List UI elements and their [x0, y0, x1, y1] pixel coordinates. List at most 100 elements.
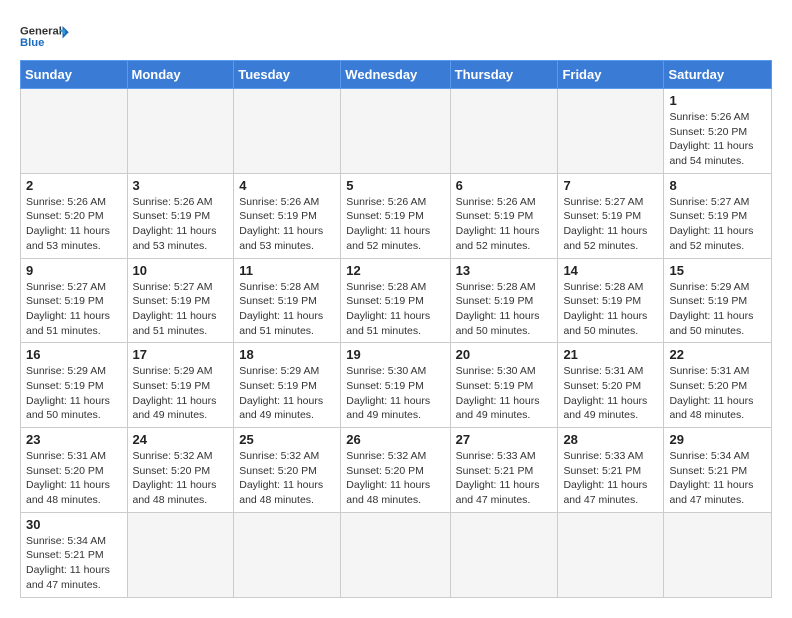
- weekday-header-tuesday: Tuesday: [234, 61, 341, 89]
- calendar-cell: [450, 512, 558, 597]
- calendar-cell: 5 Sunrise: 5:26 AM Sunset: 5:19 PM Daylig…: [341, 173, 450, 258]
- day-info: Sunrise: 5:27 AM Sunset: 5:19 PM Dayligh…: [26, 280, 122, 339]
- calendar-cell: 14Sunrise: 5:28 AM Sunset: 5:19 PM Dayli…: [558, 258, 664, 343]
- day-info: Sunrise: 5:33 AM Sunset: 5:21 PM Dayligh…: [456, 449, 553, 508]
- day-number: 8: [669, 178, 766, 193]
- calendar-week-row-6: 30Sunrise: 5:34 AM Sunset: 5:21 PM Dayli…: [21, 512, 772, 597]
- day-info: Sunrise: 5:28 AM Sunset: 5:19 PM Dayligh…: [346, 280, 444, 339]
- day-info: Sunrise: 5:31 AM Sunset: 5:20 PM Dayligh…: [563, 364, 658, 423]
- day-info: Sunrise: 5:26 AM Sunset: 5:19 PM Dayligh…: [456, 195, 553, 254]
- day-number: 4: [239, 178, 335, 193]
- calendar-cell: 10 Sunrise: 5:27 AM Sunset: 5:19 PM Dayli…: [127, 258, 234, 343]
- weekday-header-saturday: Saturday: [664, 61, 772, 89]
- day-info: Sunrise: 5:29 AM Sunset: 5:19 PM Dayligh…: [239, 364, 335, 423]
- calendar-cell: 25 Sunrise: 5:32 AM Sunset: 5:20 PM Dayli…: [234, 428, 341, 513]
- day-info: Sunrise: 5:31 AM Sunset: 5:20 PM Dayligh…: [669, 364, 766, 423]
- calendar-cell: 22 Sunrise: 5:31 AM Sunset: 5:20 PM Dayli…: [664, 343, 772, 428]
- calendar-table: SundayMondayTuesdayWednesdayThursdayFrid…: [20, 60, 772, 598]
- day-number: 14: [563, 263, 658, 278]
- calendar-cell: 27 Sunrise: 5:33 AM Sunset: 5:21 PM Dayli…: [450, 428, 558, 513]
- calendar-cell: 26Sunrise: 5:32 AM Sunset: 5:20 PM Dayli…: [341, 428, 450, 513]
- weekday-header-sunday: Sunday: [21, 61, 128, 89]
- calendar-cell: [450, 89, 558, 174]
- day-info: Sunrise: 5:27 AM Sunset: 5:19 PM Dayligh…: [669, 195, 766, 254]
- day-info: Sunrise: 5:29 AM Sunset: 5:19 PM Dayligh…: [669, 280, 766, 339]
- day-number: 5: [346, 178, 444, 193]
- day-number: 28: [563, 432, 658, 447]
- calendar-week-row-4: 16 Sunrise: 5:29 AM Sunset: 5:19 PM Dayli…: [21, 343, 772, 428]
- day-info: Sunrise: 5:30 AM Sunset: 5:19 PM Dayligh…: [456, 364, 553, 423]
- calendar-cell: [234, 89, 341, 174]
- day-info: Sunrise: 5:26 AM Sunset: 5:19 PM Dayligh…: [346, 195, 444, 254]
- day-number: 21: [563, 347, 658, 362]
- calendar-cell: 1Sunrise: 5:26 AM Sunset: 5:20 PM Daylig…: [664, 89, 772, 174]
- calendar-cell: 3 Sunrise: 5:26 AM Sunset: 5:19 PM Daylig…: [127, 173, 234, 258]
- day-number: 27: [456, 432, 553, 447]
- day-info: Sunrise: 5:28 AM Sunset: 5:19 PM Dayligh…: [239, 280, 335, 339]
- day-info: Sunrise: 5:27 AM Sunset: 5:19 PM Dayligh…: [133, 280, 229, 339]
- calendar-cell: [127, 512, 234, 597]
- calendar-cell: 30Sunrise: 5:34 AM Sunset: 5:21 PM Dayli…: [21, 512, 128, 597]
- day-number: 24: [133, 432, 229, 447]
- day-number: 13: [456, 263, 553, 278]
- calendar-cell: 6 Sunrise: 5:26 AM Sunset: 5:19 PM Daylig…: [450, 173, 558, 258]
- day-number: 30: [26, 517, 122, 532]
- day-number: 20: [456, 347, 553, 362]
- day-info: Sunrise: 5:28 AM Sunset: 5:19 PM Dayligh…: [456, 280, 553, 339]
- day-info: Sunrise: 5:34 AM Sunset: 5:21 PM Dayligh…: [669, 449, 766, 508]
- day-number: 3: [133, 178, 229, 193]
- day-number: 6: [456, 178, 553, 193]
- calendar-week-row-1: 1Sunrise: 5:26 AM Sunset: 5:20 PM Daylig…: [21, 89, 772, 174]
- calendar-cell: 28 Sunrise: 5:33 AM Sunset: 5:21 PM Dayli…: [558, 428, 664, 513]
- day-info: Sunrise: 5:26 AM Sunset: 5:20 PM Dayligh…: [26, 195, 122, 254]
- calendar-cell: [558, 512, 664, 597]
- weekday-header-friday: Friday: [558, 61, 664, 89]
- calendar-week-row-5: 23 Sunrise: 5:31 AM Sunset: 5:20 PM Dayli…: [21, 428, 772, 513]
- calendar-cell: 12Sunrise: 5:28 AM Sunset: 5:19 PM Dayli…: [341, 258, 450, 343]
- weekday-header-wednesday: Wednesday: [341, 61, 450, 89]
- logo-icon: General Blue: [20, 20, 70, 50]
- day-number: 29: [669, 432, 766, 447]
- svg-text:General: General: [20, 26, 62, 38]
- day-number: 17: [133, 347, 229, 362]
- day-info: Sunrise: 5:29 AM Sunset: 5:19 PM Dayligh…: [26, 364, 122, 423]
- calendar-cell: 21 Sunrise: 5:31 AM Sunset: 5:20 PM Dayli…: [558, 343, 664, 428]
- calendar-cell: [234, 512, 341, 597]
- calendar-cell: 19Sunrise: 5:30 AM Sunset: 5:19 PM Dayli…: [341, 343, 450, 428]
- calendar-cell: 17Sunrise: 5:29 AM Sunset: 5:19 PM Dayli…: [127, 343, 234, 428]
- day-info: Sunrise: 5:26 AM Sunset: 5:19 PM Dayligh…: [239, 195, 335, 254]
- day-number: 16: [26, 347, 122, 362]
- calendar-cell: 8 Sunrise: 5:27 AM Sunset: 5:19 PM Daylig…: [664, 173, 772, 258]
- svg-text:Blue: Blue: [20, 37, 44, 49]
- day-info: Sunrise: 5:32 AM Sunset: 5:20 PM Dayligh…: [239, 449, 335, 508]
- calendar-cell: 11Sunrise: 5:28 AM Sunset: 5:19 PM Dayli…: [234, 258, 341, 343]
- day-info: Sunrise: 5:31 AM Sunset: 5:20 PM Dayligh…: [26, 449, 122, 508]
- logo: General Blue: [20, 20, 70, 50]
- day-info: Sunrise: 5:26 AM Sunset: 5:19 PM Dayligh…: [133, 195, 229, 254]
- day-info: Sunrise: 5:27 AM Sunset: 5:19 PM Dayligh…: [563, 195, 658, 254]
- day-number: 1: [669, 93, 766, 108]
- day-number: 22: [669, 347, 766, 362]
- calendar-cell: 13 Sunrise: 5:28 AM Sunset: 5:19 PM Dayli…: [450, 258, 558, 343]
- calendar-cell: [21, 89, 128, 174]
- calendar-cell: 4 Sunrise: 5:26 AM Sunset: 5:19 PM Daylig…: [234, 173, 341, 258]
- day-number: 2: [26, 178, 122, 193]
- calendar-cell: 15Sunrise: 5:29 AM Sunset: 5:19 PM Dayli…: [664, 258, 772, 343]
- calendar-week-row-2: 2 Sunrise: 5:26 AM Sunset: 5:20 PM Daylig…: [21, 173, 772, 258]
- calendar-cell: [341, 512, 450, 597]
- calendar-cell: [664, 512, 772, 597]
- day-number: 18: [239, 347, 335, 362]
- weekday-header-monday: Monday: [127, 61, 234, 89]
- day-number: 9: [26, 263, 122, 278]
- calendar-cell: 2 Sunrise: 5:26 AM Sunset: 5:20 PM Daylig…: [21, 173, 128, 258]
- calendar-cell: 24Sunrise: 5:32 AM Sunset: 5:20 PM Dayli…: [127, 428, 234, 513]
- calendar-cell: 9 Sunrise: 5:27 AM Sunset: 5:19 PM Daylig…: [21, 258, 128, 343]
- day-info: Sunrise: 5:33 AM Sunset: 5:21 PM Dayligh…: [563, 449, 658, 508]
- day-number: 26: [346, 432, 444, 447]
- calendar-cell: 18 Sunrise: 5:29 AM Sunset: 5:19 PM Dayli…: [234, 343, 341, 428]
- day-info: Sunrise: 5:30 AM Sunset: 5:19 PM Dayligh…: [346, 364, 444, 423]
- day-number: 10: [133, 263, 229, 278]
- day-number: 23: [26, 432, 122, 447]
- calendar-cell: [341, 89, 450, 174]
- day-number: 25: [239, 432, 335, 447]
